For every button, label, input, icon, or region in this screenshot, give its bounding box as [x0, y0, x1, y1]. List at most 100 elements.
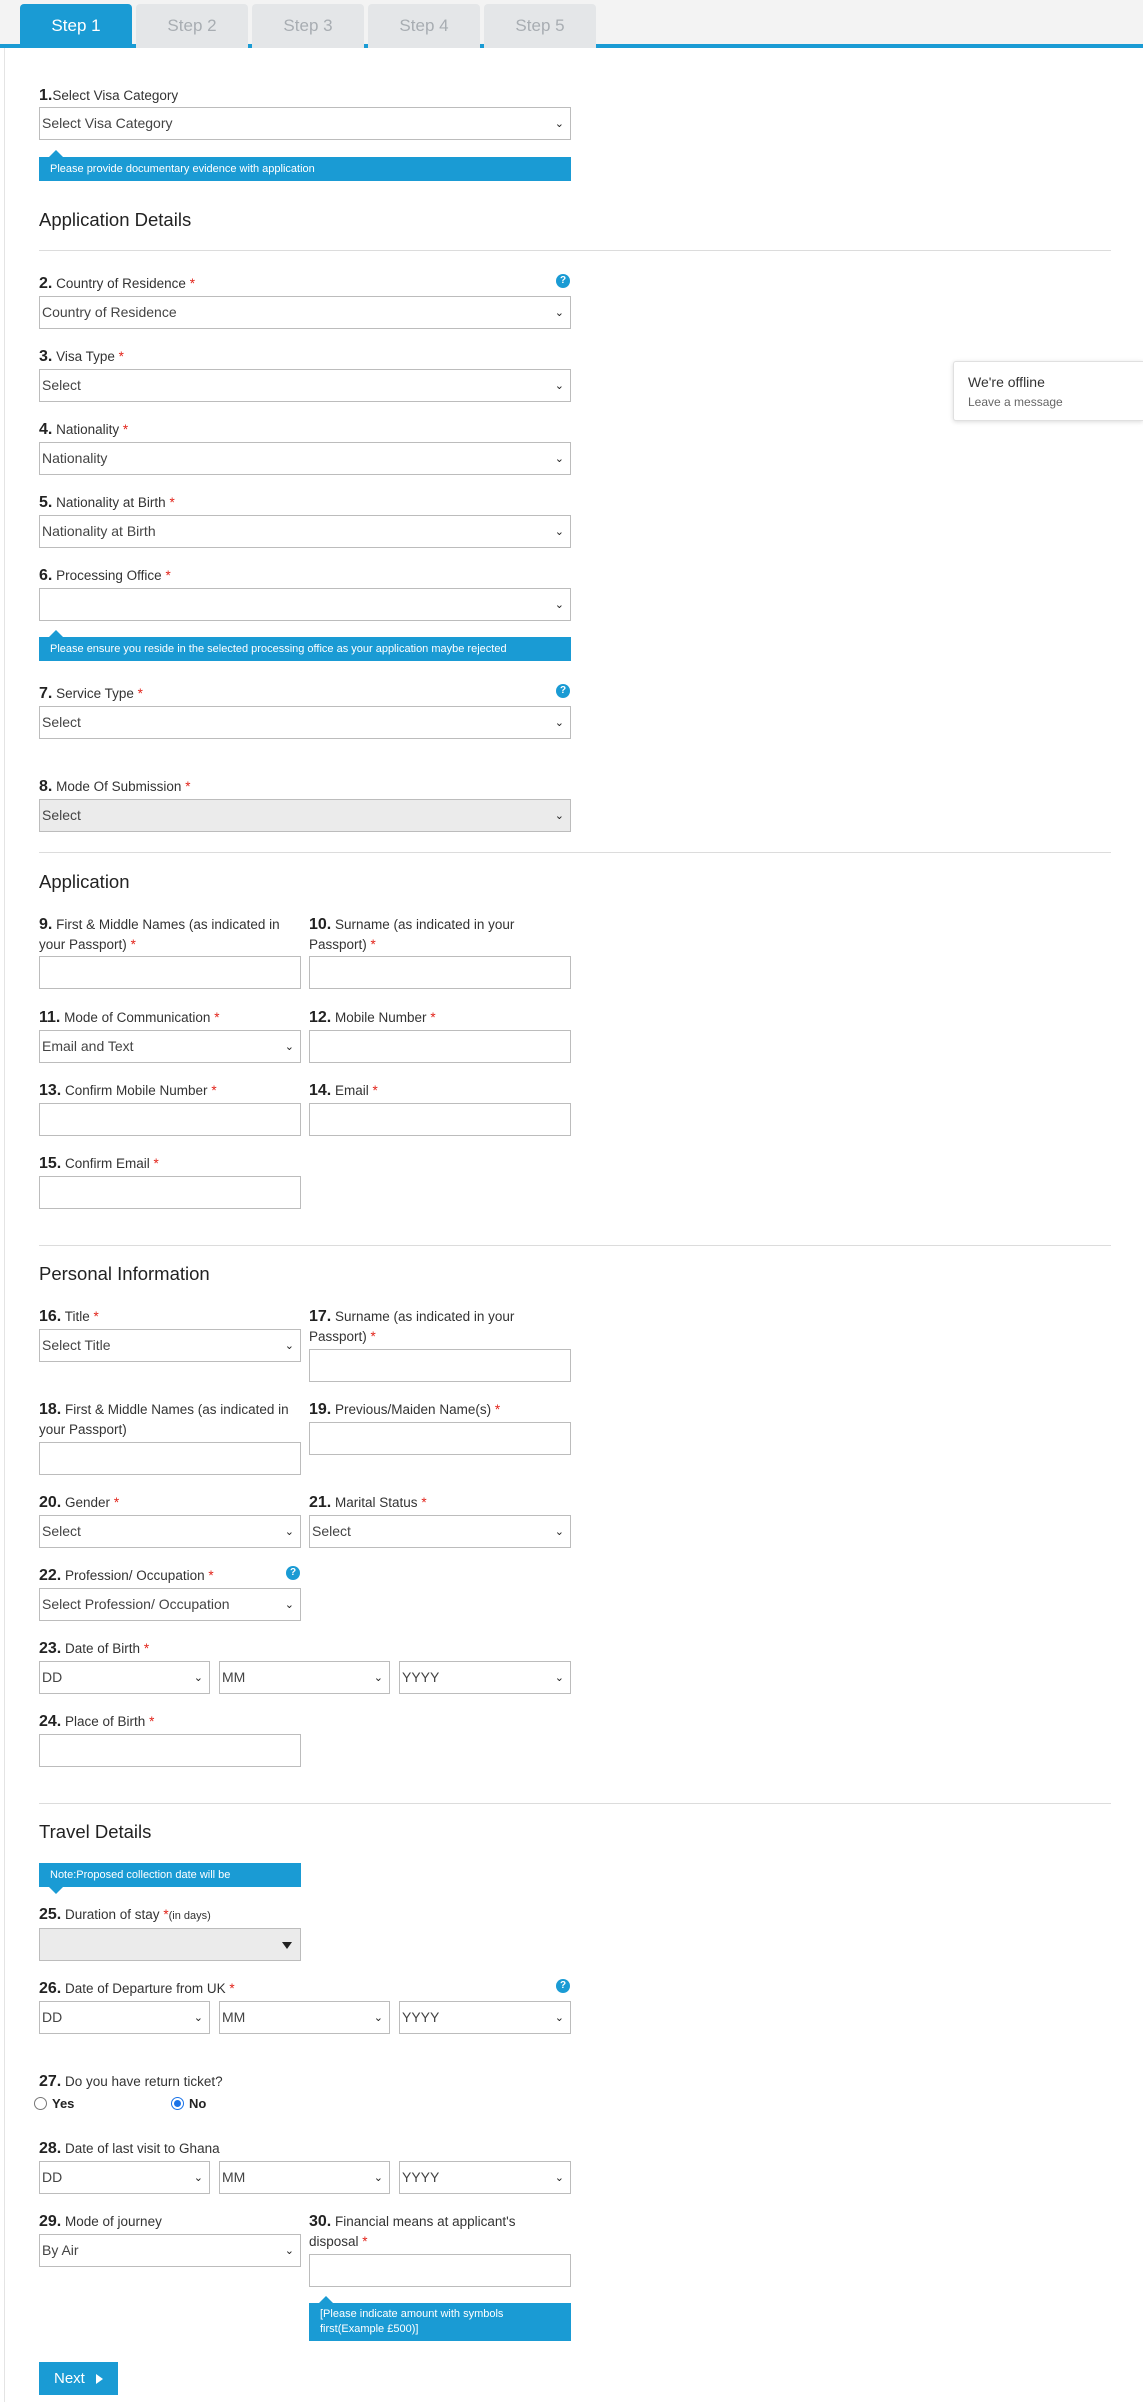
tab-step-4[interactable]: Step 4	[368, 4, 480, 48]
visa-type-label: 3. Visa Type *	[39, 348, 124, 365]
divider	[39, 250, 1111, 251]
visa-category-select[interactable]: Select Visa Category ⌄	[39, 107, 571, 140]
profession-select[interactable]: Select Profession/ Occupation ⌄	[39, 1588, 301, 1621]
last-visit-date-label: 28. Date of last visit to Ghana	[39, 2140, 220, 2157]
marital-status-select[interactable]: Select ⌄	[309, 1515, 571, 1548]
help-icon[interactable]: ?	[286, 1566, 300, 1580]
financial-means-input[interactable]	[309, 2254, 571, 2287]
nationality-label: 4. Nationality *	[39, 421, 129, 438]
divider	[39, 1803, 1111, 1804]
chevron-down-icon: ⌄	[554, 2171, 564, 2184]
date-of-birth-label: 23. Date of Birth *	[39, 1640, 150, 1657]
departure-month-select[interactable]: MM ⌄	[219, 2001, 390, 2034]
mode-of-communication-select[interactable]: Email and Text ⌄	[39, 1030, 301, 1063]
last-visit-year-select[interactable]: YYYY ⌄	[399, 2161, 571, 2194]
return-ticket-no-label: No	[189, 2096, 207, 2111]
departure-year-select[interactable]: YYYY ⌄	[399, 2001, 571, 2034]
personal-surname-input[interactable]	[309, 1349, 571, 1382]
confirm-mobile-label: 13. Confirm Mobile Number *	[39, 1082, 217, 1099]
departure-date-label: 26. Date of Departure from UK *	[39, 1980, 235, 1997]
dob-year-select[interactable]: YYYY ⌄	[399, 1661, 571, 1694]
chevron-down-icon: ⌄	[193, 1671, 203, 1684]
service-type-select[interactable]: Select ⌄	[39, 706, 571, 739]
mode-of-submission-label: 8. Mode Of Submission *	[39, 778, 191, 795]
chevron-down-icon: ⌄	[554, 379, 564, 392]
chat-status: We're offline	[968, 374, 1045, 390]
chevron-down-icon: ⌄	[554, 306, 564, 319]
confirm-mobile-input[interactable]	[39, 1103, 301, 1136]
personal-first-names-label: 18. First & Middle Names (as indicated i…	[39, 1401, 289, 1437]
collection-date-note: Note:Proposed collection date will be	[39, 1863, 301, 1894]
marital-status-label: 21. Marital Status *	[309, 1494, 427, 1511]
last-visit-month-select[interactable]: MM ⌄	[219, 2161, 390, 2194]
chevron-down-icon: ⌄	[554, 716, 564, 729]
chevron-down-icon: ⌄	[193, 2171, 203, 2184]
maiden-names-input[interactable]	[309, 1422, 571, 1455]
tab-step-2[interactable]: Step 2	[136, 4, 248, 48]
email-input[interactable]	[309, 1103, 571, 1136]
chevron-down-icon: ⌄	[284, 1525, 294, 1538]
return-ticket-label: 27. Do you have return ticket?	[39, 2073, 223, 2090]
chevron-down-icon: ⌄	[554, 1671, 564, 1684]
title-label: 16. Title *	[39, 1308, 99, 1325]
country-of-residence-select[interactable]: Country of Residence ⌄	[39, 296, 571, 329]
nationality-at-birth-label: 5. Nationality at Birth *	[39, 494, 175, 511]
tab-step-1[interactable]: Step 1	[20, 4, 132, 48]
financial-means-tip: [Please indicate amount with symbols firs…	[309, 2296, 571, 2341]
help-icon[interactable]: ?	[556, 274, 570, 288]
last-visit-day-select[interactable]: DD ⌄	[39, 2161, 210, 2194]
surname-label: 10. Surname (as indicated in your Passpor…	[309, 916, 515, 952]
visa-category-label: 1.Select Visa Category	[39, 87, 179, 104]
processing-office-label: 6. Processing Office *	[39, 567, 171, 584]
surname-input[interactable]	[309, 956, 571, 989]
processing-office-tip: Please ensure you reside in the selected…	[39, 630, 571, 661]
chevron-down-icon: ⌄	[554, 809, 564, 822]
personal-first-names-input[interactable]	[39, 1442, 301, 1475]
chat-leave-message[interactable]: Leave a message	[968, 395, 1063, 409]
tab-step-3[interactable]: Step 3	[252, 4, 364, 48]
financial-means-label: 30. Financial means at applicant's dispos…	[309, 2213, 516, 2249]
divider	[39, 852, 1111, 853]
country-of-residence-label: 2. Country of Residence *	[39, 275, 195, 292]
return-ticket-no-radio[interactable]	[171, 2097, 184, 2110]
mobile-number-label: 12. Mobile Number *	[309, 1009, 436, 1026]
confirm-email-input[interactable]	[39, 1176, 301, 1209]
processing-office-select[interactable]: ⌄	[39, 588, 571, 621]
first-middle-names-input[interactable]	[39, 956, 301, 989]
chevron-down-icon: ⌄	[554, 525, 564, 538]
maiden-names-label: 19. Previous/Maiden Name(s) *	[309, 1401, 501, 1418]
chevron-down-icon: ⌄	[554, 117, 564, 130]
service-type-label: 7. Service Type *	[39, 685, 143, 702]
chevron-down-icon: ⌄	[284, 1040, 294, 1053]
mode-of-journey-select[interactable]: By Air ⌄	[39, 2234, 301, 2267]
email-label: 14. Email *	[309, 1082, 378, 1099]
place-of-birth-input[interactable]	[39, 1734, 301, 1767]
mode-of-submission-select[interactable]: Select ⌄	[39, 799, 571, 832]
duration-of-stay-select[interactable]	[39, 1928, 301, 1961]
return-ticket-yes-radio[interactable]	[34, 2097, 47, 2110]
dob-month-select[interactable]: MM ⌄	[219, 1661, 390, 1694]
next-button[interactable]: Next	[39, 2362, 118, 2395]
mode-of-journey-label: 29. Mode of journey	[39, 2213, 162, 2230]
title-select[interactable]: Select Title ⌄	[39, 1329, 301, 1362]
visa-type-select[interactable]: Select ⌄	[39, 369, 571, 402]
step-tabs-bar: Step 1 Step 2 Step 3 Step 4 Step 5	[0, 0, 1143, 48]
help-icon[interactable]: ?	[556, 1979, 570, 1993]
help-icon[interactable]: ?	[556, 684, 570, 698]
dob-day-select[interactable]: DD ⌄	[39, 1661, 210, 1694]
chevron-down-icon: ⌄	[554, 598, 564, 611]
departure-day-select[interactable]: DD ⌄	[39, 2001, 210, 2034]
chevron-down-icon: ⌄	[373, 1671, 383, 1684]
gender-label: 20. Gender *	[39, 1494, 120, 1511]
first-middle-names-label: 9. First & Middle Names (as indicated in…	[39, 916, 280, 952]
chat-widget[interactable]: We're offline Leave a message	[953, 361, 1143, 421]
nationality-select[interactable]: Nationality ⌄	[39, 442, 571, 475]
chevron-down-icon: ⌄	[193, 2011, 203, 2024]
nationality-at-birth-select[interactable]: Nationality at Birth ⌄	[39, 515, 571, 548]
chevron-down-icon: ⌄	[554, 1525, 564, 1538]
mobile-number-input[interactable]	[309, 1030, 571, 1063]
gender-select[interactable]: Select ⌄	[39, 1515, 301, 1548]
divider	[39, 1245, 1111, 1246]
chevron-down-icon: ⌄	[373, 2171, 383, 2184]
tab-step-5[interactable]: Step 5	[484, 4, 596, 48]
